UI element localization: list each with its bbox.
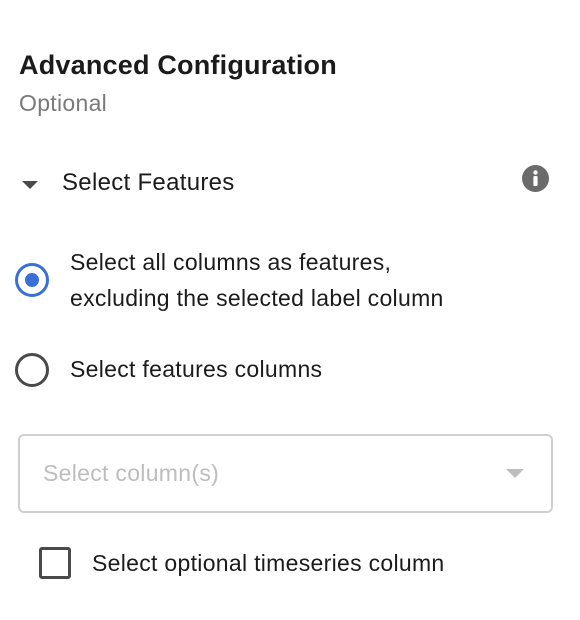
radio-all-columns[interactable] [15,263,49,297]
column-select-dropdown[interactable]: Select column(s) [18,434,553,513]
timeseries-checkbox-label: Select optional timeseries column [92,550,445,576]
select-features-label: Select Features [62,169,235,196]
radio-select-columns-label: Select features columns [70,356,323,382]
radio-all-columns-option[interactable]: Select all columns as features, excludin… [15,246,555,322]
info-icon[interactable] [522,165,549,192]
chevron-down-icon[interactable] [506,469,524,478]
radio-select-columns[interactable] [15,353,49,387]
timeseries-checkbox[interactable] [39,547,71,579]
column-select-placeholder: Select column(s) [43,460,220,486]
optional-subtitle: Optional [19,90,108,116]
radio-all-columns-label-line1: Select all columns as features, [70,249,392,275]
radio-select-columns-option[interactable]: Select features columns [15,351,415,391]
caret-down-icon[interactable] [22,181,38,189]
select-features-section-toggle[interactable]: Select Features [0,163,580,203]
advanced-config-title: Advanced Configuration [19,50,337,80]
timeseries-checkbox-row[interactable]: Select optional timeseries column [39,545,539,581]
radio-all-columns-label-line2: excluding the selected label column [70,285,444,311]
